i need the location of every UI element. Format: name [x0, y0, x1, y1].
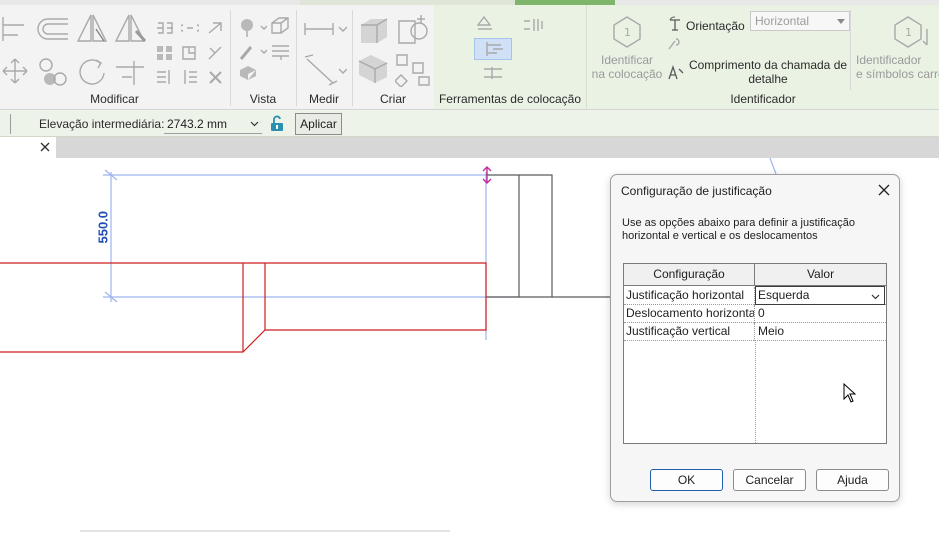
table-row[interactable]: Deslocamento horizontal 0 [624, 305, 886, 323]
apply-button[interactable]: Aplicar [295, 113, 342, 135]
override-graphics-icon[interactable] [269, 15, 291, 37]
adjacent-element[interactable] [486, 174, 612, 298]
hide-in-view-icon[interactable] [239, 17, 267, 39]
tag-on-placement-label[interactable]: Identificar na colocação [587, 53, 667, 81]
orientation-dropdown[interactable]: Horizontal [750, 11, 850, 31]
mirror-draw-axis-icon[interactable] [114, 13, 148, 45]
split-icon[interactable] [156, 21, 174, 35]
setting-name: Deslocamento horizontal [624, 305, 755, 323]
view-tab[interactable] [0, 137, 56, 158]
panel-title-modificar: Modificar [90, 92, 139, 106]
help-button[interactable]: Ajuda [816, 469, 889, 491]
aligned-dimension-icon[interactable] [303, 53, 347, 87]
offset-multiple-icon[interactable] [181, 69, 199, 85]
panel-modificar: Modificar [0, 5, 229, 109]
trim-multiple-icon[interactable] [156, 69, 174, 85]
panel-ferramentas-colocacao: Ferramentas de colocação [434, 5, 586, 109]
setting-value[interactable]: 0 [756, 305, 886, 323]
orientation-icon [669, 16, 680, 31]
create-parts-icon[interactable] [395, 53, 431, 87]
justification-button[interactable] [474, 38, 512, 60]
scale-icon[interactable] [181, 45, 199, 61]
intermediate-elevation-input[interactable] [164, 114, 262, 134]
view-tab-strip [0, 137, 939, 158]
ok-button[interactable]: OK [650, 469, 723, 491]
paint-icon[interactable] [239, 41, 267, 63]
panel-title-criar: Criar [380, 92, 406, 106]
chevron-down-icon [837, 19, 845, 24]
offset-icon[interactable] [36, 17, 70, 41]
horizontal-justification-dropdown[interactable]: Esquerda [755, 286, 885, 305]
mirror-pick-axis-icon[interactable] [76, 13, 108, 45]
ribbon: Modificar Vista Medir Criar Ferramentas … [0, 0, 939, 110]
setting-name: Justificação vertical [624, 323, 755, 341]
leader-length-icon [668, 65, 684, 80]
dialog-description: Use as opções abaixo para definir a just… [622, 217, 855, 242]
reference-line [769, 158, 777, 175]
leader-icon [668, 38, 680, 50]
align-icon[interactable] [0, 15, 28, 43]
cancel-button[interactable]: Cancelar [733, 469, 806, 491]
array-icon[interactable] [156, 45, 174, 61]
intermediate-elevation-label: Elevação intermediária: [39, 117, 165, 131]
options-bar: Elevação intermediária: Aplicar [0, 110, 939, 137]
panel-title-ferramentas: Ferramentas de colocação [438, 92, 582, 106]
orientation-label: Orientação [686, 19, 745, 33]
placement-tool-1-icon[interactable] [474, 15, 496, 35]
create-group-icon[interactable] [359, 15, 391, 45]
svg-text:1: 1 [905, 26, 912, 39]
unlock-icon[interactable] [269, 115, 285, 132]
view-filter-icon[interactable] [239, 65, 257, 81]
panel-title-identificador: Identificador [730, 92, 796, 106]
tag-on-placement-icon[interactable]: 1 [612, 15, 642, 49]
rotate-icon[interactable] [78, 57, 108, 87]
setting-value: Esquerda [758, 288, 810, 302]
create-assembly-icon[interactable] [357, 51, 391, 85]
pin-icon[interactable] [207, 21, 225, 35]
panel-vista: Vista [231, 5, 295, 109]
dimension-value[interactable]: 550.0 [96, 211, 111, 244]
chevron-down-icon [871, 294, 880, 300]
trim-extend-icon[interactable] [114, 57, 148, 87]
column-header-value: Valor [755, 264, 886, 286]
measure-between-references-icon[interactable] [303, 19, 347, 39]
copy-icon[interactable] [38, 57, 70, 87]
panel-title-vista: Vista [249, 92, 277, 106]
table-row[interactable]: Justificação horizontal Esquerda [624, 286, 886, 305]
linework-icon[interactable] [271, 43, 291, 61]
close-icon[interactable] [38, 140, 52, 154]
leader-length-label[interactable]: Comprimento da chamada de detalhe [687, 58, 849, 86]
column-header-setting: Configuração [624, 264, 755, 286]
panel-identificador: 1 Identificar na colocação Orientação Ho… [587, 5, 939, 109]
panel-criar: Criar [353, 5, 433, 109]
options-bar-separator [10, 114, 11, 134]
panel-medir: Medir [297, 5, 351, 109]
svg-text:1: 1 [624, 26, 631, 39]
loaded-tags-label[interactable]: Identificador e símbolos carre [851, 53, 939, 81]
selected-element[interactable] [0, 262, 487, 353]
delete-icon[interactable] [207, 69, 225, 85]
mouse-cursor-icon [843, 383, 857, 403]
justification-table: Configuração Valor Justificação horizont… [623, 263, 887, 444]
table-row[interactable]: Justificação vertical Meio [624, 323, 886, 341]
justification-dialog: Configuração de justificação Use as opçõ… [610, 174, 900, 502]
setting-name: Justificação horizontal [624, 287, 755, 305]
justification-icon [486, 42, 503, 56]
move-icon[interactable] [1, 57, 29, 85]
column-divider [755, 342, 756, 443]
placement-tool-3-icon[interactable] [482, 65, 504, 81]
panel-title-medir: Medir [308, 92, 339, 106]
placement-tool-2-icon[interactable] [522, 17, 544, 33]
unpin-icon[interactable] [207, 45, 225, 61]
split-gap-icon[interactable] [181, 21, 199, 35]
orientation-value: Horizontal [755, 14, 810, 28]
canvas-bottom-edge [80, 530, 450, 532]
chevron-down-icon[interactable] [250, 119, 259, 128]
dialog-title: Configuração de justificação [621, 184, 772, 198]
close-icon[interactable] [876, 182, 892, 198]
loaded-tags-icon[interactable]: 1 [893, 15, 929, 49]
setting-value[interactable]: Meio [756, 323, 886, 341]
create-similar-icon[interactable] [395, 13, 431, 47]
